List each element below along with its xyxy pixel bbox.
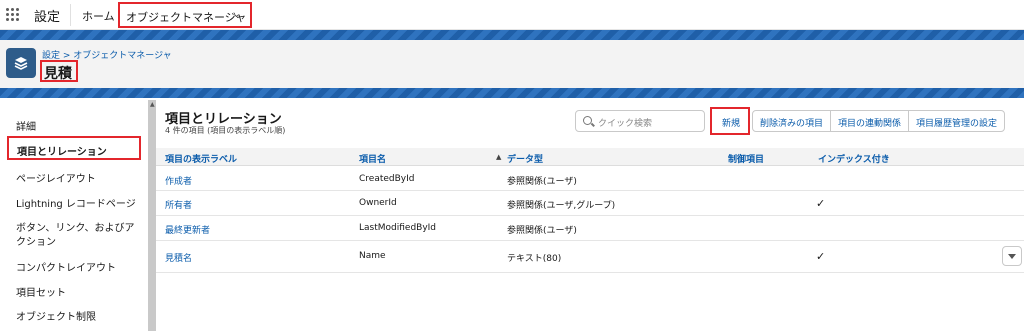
- new-field-button[interactable]: 新規: [710, 107, 750, 135]
- set-history-tracking-button[interactable]: 項目履歴管理の設定: [908, 111, 1004, 131]
- checkmark-icon: ✓: [816, 250, 826, 263]
- checkmark-icon: ✓: [816, 197, 826, 210]
- tab-object-manager[interactable]: オブジェクトマネージャ ⌄: [118, 2, 252, 28]
- field-api-name: Name: [359, 251, 386, 261]
- tab-object-manager-label: オブジェクトマネージャ: [126, 11, 247, 24]
- sidebar-item-compact-layouts[interactable]: コンパクトレイアウト: [0, 259, 148, 274]
- field-label-link[interactable]: 所有者: [165, 198, 192, 211]
- sidebar-scrollbar[interactable]: [148, 100, 156, 331]
- table-row: 作成者 CreatedById 参照関係(ユーザ): [156, 167, 1024, 191]
- field-label-link[interactable]: 作成者: [165, 174, 192, 187]
- layers-icon: [6, 48, 36, 78]
- search-icon: [583, 116, 592, 125]
- page-title: 見積: [44, 66, 72, 82]
- action-button-group: 削除済みの項目 項目の連動関係 項目履歴管理の設定: [752, 110, 1006, 132]
- field-data-type: 参照関係(ユーザ): [507, 226, 577, 236]
- sidebar-item-fields-relationships-label: 項目とリレーション: [17, 147, 107, 158]
- header-pattern-band-bottom: [0, 88, 1024, 98]
- field-api-name: OwnerId: [359, 198, 397, 208]
- sidebar-item-page-layouts[interactable]: ページレイアウト: [0, 170, 148, 185]
- field-data-type: 参照関係(ユーザ,グループ): [507, 201, 616, 211]
- sidebar-item-fields-relationships[interactable]: 項目とリレーション: [7, 136, 141, 160]
- app-launcher-icon[interactable]: [6, 8, 20, 22]
- tab-home[interactable]: ホーム: [82, 8, 115, 24]
- field-api-name: LastModifiedById: [359, 223, 437, 233]
- quick-search-input[interactable]: クイック検索: [575, 110, 705, 132]
- nav-divider: [70, 4, 71, 26]
- field-data-type: 参照関係(ユーザ): [507, 177, 577, 187]
- column-header-data-type[interactable]: データ型: [507, 152, 543, 165]
- quick-search-placeholder: クイック検索: [598, 119, 653, 129]
- field-data-type: テキスト(80): [507, 254, 562, 264]
- page-header: 設定 > オブジェクトマネージャ 見積: [0, 40, 1024, 88]
- scroll-up-arrow-icon[interactable]: ▲: [150, 101, 155, 108]
- sidebar-item-field-sets[interactable]: 項目セット: [0, 284, 148, 299]
- table-row: 見積名 Name テキスト(80) ✓: [156, 241, 1024, 273]
- sidebar: 詳細 ページレイアウト Lightning レコードページ ボタン、リンク、およ…: [0, 100, 148, 331]
- header-pattern-band: [0, 30, 1024, 40]
- sidebar-item-object-limits[interactable]: オブジェクト制限: [0, 308, 148, 323]
- table-header: 項目の表示ラベル ▲ 項目名 データ型 制御項目 インデックス付き: [156, 148, 1024, 166]
- section-subtitle: 4 件の項目 (項目の表示ラベル順): [165, 126, 286, 135]
- deleted-fields-button[interactable]: 削除済みの項目: [753, 111, 830, 131]
- table-row: 最終更新者 LastModifiedById 参照関係(ユーザ): [156, 216, 1024, 241]
- column-header-field-name[interactable]: 項目名: [359, 152, 386, 165]
- new-field-button-label: 新規: [722, 119, 741, 129]
- column-header-indexed[interactable]: インデックス付き: [818, 152, 890, 165]
- column-header-controlling-field[interactable]: 制御項目: [728, 152, 764, 165]
- sort-ascending-icon[interactable]: ▲: [496, 153, 501, 161]
- sidebar-item-buttons-links-line1[interactable]: ボタン、リンク、およびア: [0, 219, 148, 234]
- row-actions-dropdown-icon[interactable]: [1002, 246, 1022, 266]
- field-api-name: CreatedById: [359, 174, 415, 184]
- table-row: 所有者 OwnerId 参照関係(ユーザ,グループ) ✓: [156, 191, 1024, 216]
- app-name: 設定: [34, 10, 61, 25]
- page-title-highlight: 見積: [40, 60, 78, 82]
- field-label-link[interactable]: 見積名: [165, 251, 192, 264]
- top-navigation: 設定 ホーム オブジェクトマネージャ ⌄: [0, 0, 1024, 30]
- sidebar-item-buttons-links-line2[interactable]: クション: [0, 233, 148, 248]
- sidebar-item-details[interactable]: 詳細: [0, 118, 148, 133]
- field-dependencies-button[interactable]: 項目の連動関係: [830, 111, 908, 131]
- chevron-down-icon[interactable]: ⌄: [232, 7, 241, 20]
- field-label-link[interactable]: 最終更新者: [165, 223, 210, 236]
- column-header-label[interactable]: 項目の表示ラベル: [165, 152, 237, 165]
- sidebar-item-lightning-record-pages[interactable]: Lightning レコードページ: [0, 195, 148, 210]
